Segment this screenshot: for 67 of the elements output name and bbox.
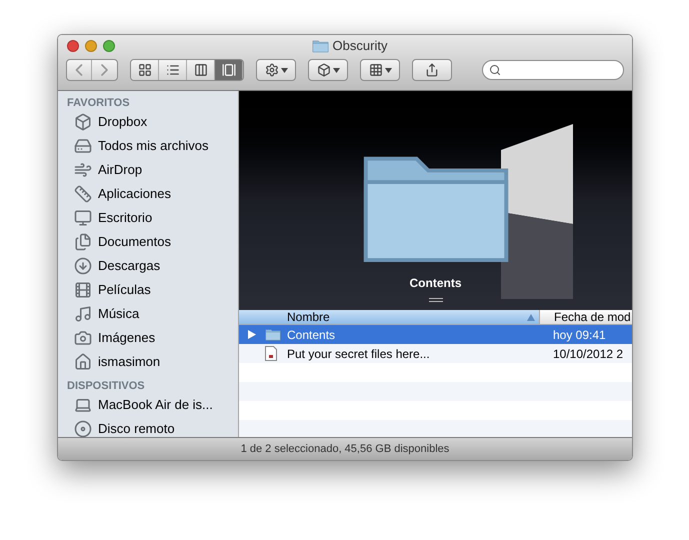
music-note-icon (74, 305, 92, 323)
coverflow-view-button[interactable] (215, 60, 243, 80)
house-icon (74, 353, 92, 371)
icon-view-button[interactable] (131, 60, 159, 80)
folder-icon (312, 39, 329, 53)
share-button[interactable] (412, 59, 452, 81)
ruler-icon (74, 185, 92, 203)
caret-icon (280, 68, 288, 72)
gear-icon (264, 63, 278, 77)
box-menu-button[interactable] (308, 59, 348, 81)
grid-icon (368, 63, 382, 77)
sidebar-item[interactable]: MacBook Air de is... (98, 395, 213, 415)
sidebar-item[interactable]: Dropbox (98, 112, 148, 132)
sidebar-item[interactable]: AirDrop (98, 160, 142, 180)
sidebar-heading: DISPOSITIVOS (66, 380, 146, 393)
sidebar-item[interactable]: Escritorio (98, 208, 152, 228)
drive-icon (74, 137, 92, 155)
download-icon (74, 257, 92, 275)
sidebar-item[interactable]: Disco remoto (98, 419, 175, 437)
sidebar-item[interactable]: Música (98, 304, 140, 324)
file-row[interactable]: Contents hoy 09:41 (239, 325, 632, 344)
box-icon (316, 63, 330, 77)
sidebar-heading: FAVORITOS (66, 97, 131, 110)
sort-arrow-icon (527, 314, 535, 320)
file-row[interactable]: Put your secret files here... 10/10/2012 2 (239, 344, 632, 363)
camera-icon (74, 329, 92, 347)
action-menu-button[interactable] (256, 59, 296, 81)
sidebar-item[interactable]: Documentos (98, 232, 171, 252)
date-cell-text: hoy 09:41 (552, 326, 606, 344)
coverflow-caption: Contents (410, 275, 462, 292)
share-icon (425, 63, 439, 77)
documents-icon (74, 233, 92, 251)
folder-icon (265, 328, 281, 341)
arrange-menu-button[interactable] (360, 59, 400, 81)
column-header[interactable]: Fecha de mod (539, 310, 632, 324)
coverflow-icon (222, 63, 236, 77)
file-name: Put your secret files here... (287, 346, 431, 362)
column-header[interactable]: Nombre (239, 310, 539, 324)
caret-icon (384, 68, 392, 72)
sidebar-item[interactable]: ismasimon (98, 352, 160, 372)
resize-handle[interactable] (428, 298, 442, 302)
disclosure-triangle-icon[interactable] (248, 330, 256, 339)
film-icon (74, 281, 92, 299)
close-button[interactable] (67, 40, 79, 52)
sidebar-item[interactable]: Todos mis archivos (98, 136, 209, 156)
grid-icon (138, 63, 152, 77)
window-title: Obscurity (332, 37, 388, 56)
list-view-button[interactable] (159, 60, 187, 80)
document-icon (265, 346, 277, 361)
columns-icon (194, 63, 208, 77)
zoom-button[interactable] (103, 40, 115, 52)
date-cell-text: 10/10/2012 2 (552, 346, 624, 362)
column-view-button[interactable] (187, 60, 215, 80)
sidebar-item[interactable]: Imágenes (98, 328, 156, 348)
search-icon (489, 64, 501, 76)
sidebar-item[interactable]: Descargas (98, 256, 160, 276)
laptop-icon (74, 396, 92, 414)
caret-icon (332, 68, 340, 72)
sidebar-item[interactable]: Películas (98, 280, 151, 300)
file-name: Contents (287, 326, 336, 344)
search-field[interactable] (482, 60, 624, 80)
list-icon (166, 63, 180, 77)
sidebar-item[interactable]: Aplicaciones (98, 184, 171, 204)
box-icon (74, 113, 92, 131)
status-text: 1 de 2 seleccionado, 45,56 GB disponibles (240, 442, 450, 457)
monitor-icon (74, 209, 92, 227)
minimize-button[interactable] (85, 40, 97, 52)
